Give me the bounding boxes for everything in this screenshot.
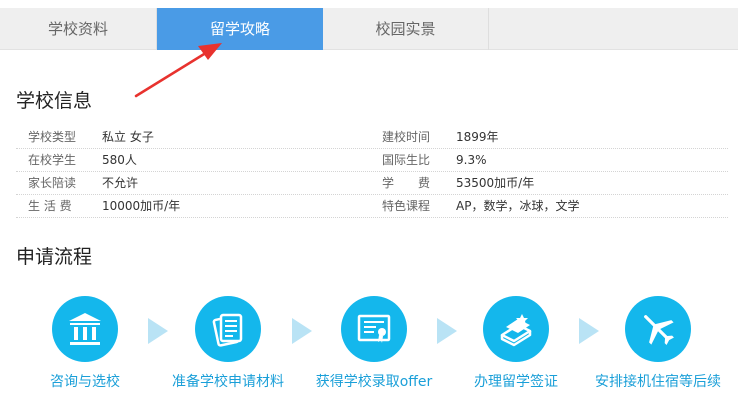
info-label: 在校学生 <box>28 153 77 167</box>
documents-icon <box>212 313 243 347</box>
table-row: 家长陪读 不允许 学 费 53500加币/年 <box>16 172 728 195</box>
process-step-consult: 咨询与选校 <box>5 296 165 391</box>
section-title-school-info: 学校信息 <box>16 90 93 112</box>
step-circle <box>483 296 549 362</box>
tab-school-profile[interactable]: 学校资料 <box>0 8 157 50</box>
certificate-icon <box>357 314 391 343</box>
info-value: 9.3% <box>456 153 487 167</box>
tab-study-guide[interactable]: 留学攻略 <box>157 8 323 50</box>
process-step-prepare-materials: 准备学校申请材料 <box>148 296 308 391</box>
school-info-table: 学校类型 私立 女子 建校时间 1899年 在校学生 580人 国际生比 9.3… <box>16 126 728 218</box>
info-value: 580人 <box>102 153 137 167</box>
info-label: 学 费 <box>382 176 431 190</box>
step-circle <box>341 296 407 362</box>
info-label: 建校时间 <box>382 130 431 144</box>
step-circle <box>625 296 691 362</box>
table-row: 生 活 费 10000加币/年 特色课程 AP，数学，冰球，文学 <box>16 195 728 218</box>
step-circle <box>195 296 261 362</box>
process-step-get-offer: 获得学校录取offer <box>294 296 454 391</box>
info-label: 学校类型 <box>28 130 77 144</box>
step-label: 咨询与选校 <box>50 374 120 390</box>
info-value: AP，数学，冰球，文学 <box>456 199 580 213</box>
info-label: 家长陪读 <box>28 176 77 190</box>
passport-books-icon <box>500 314 532 347</box>
step-label: 办理留学签证 <box>474 374 558 390</box>
table-row: 在校学生 580人 国际生比 9.3% <box>16 149 728 172</box>
tab-campus-photos[interactable]: 校园实景 <box>323 8 489 50</box>
school-building-icon <box>69 313 101 345</box>
airplane-icon <box>643 314 674 345</box>
process-step-arrival: 安排接机住宿等后续 <box>578 296 738 391</box>
info-value: 1899年 <box>456 130 499 144</box>
step-circle <box>52 296 118 362</box>
step-label: 获得学校录取offer <box>315 374 433 390</box>
info-value: 不允许 <box>102 176 139 190</box>
info-label: 特色课程 <box>382 199 431 213</box>
info-label: 国际生比 <box>382 153 431 167</box>
application-process-flow: 咨询与选校 准备学校申请材料 获得学校录取offer 办理留学签证 安排接机住宿… <box>0 296 738 406</box>
section-title-application-process: 申请流程 <box>16 246 93 268</box>
tab-bar: 学校资料 留学攻略 校园实景 <box>0 8 738 50</box>
step-label: 安排接机住宿等后续 <box>595 374 721 390</box>
info-value: 10000加币/年 <box>102 199 181 213</box>
table-row: 学校类型 私立 女子 建校时间 1899年 <box>16 126 728 149</box>
info-value: 私立 女子 <box>102 130 154 144</box>
step-label: 准备学校申请材料 <box>172 374 284 390</box>
process-step-visa: 办理留学签证 <box>436 296 596 391</box>
info-value: 53500加币/年 <box>456 176 535 190</box>
info-label: 生 活 费 <box>28 199 72 213</box>
